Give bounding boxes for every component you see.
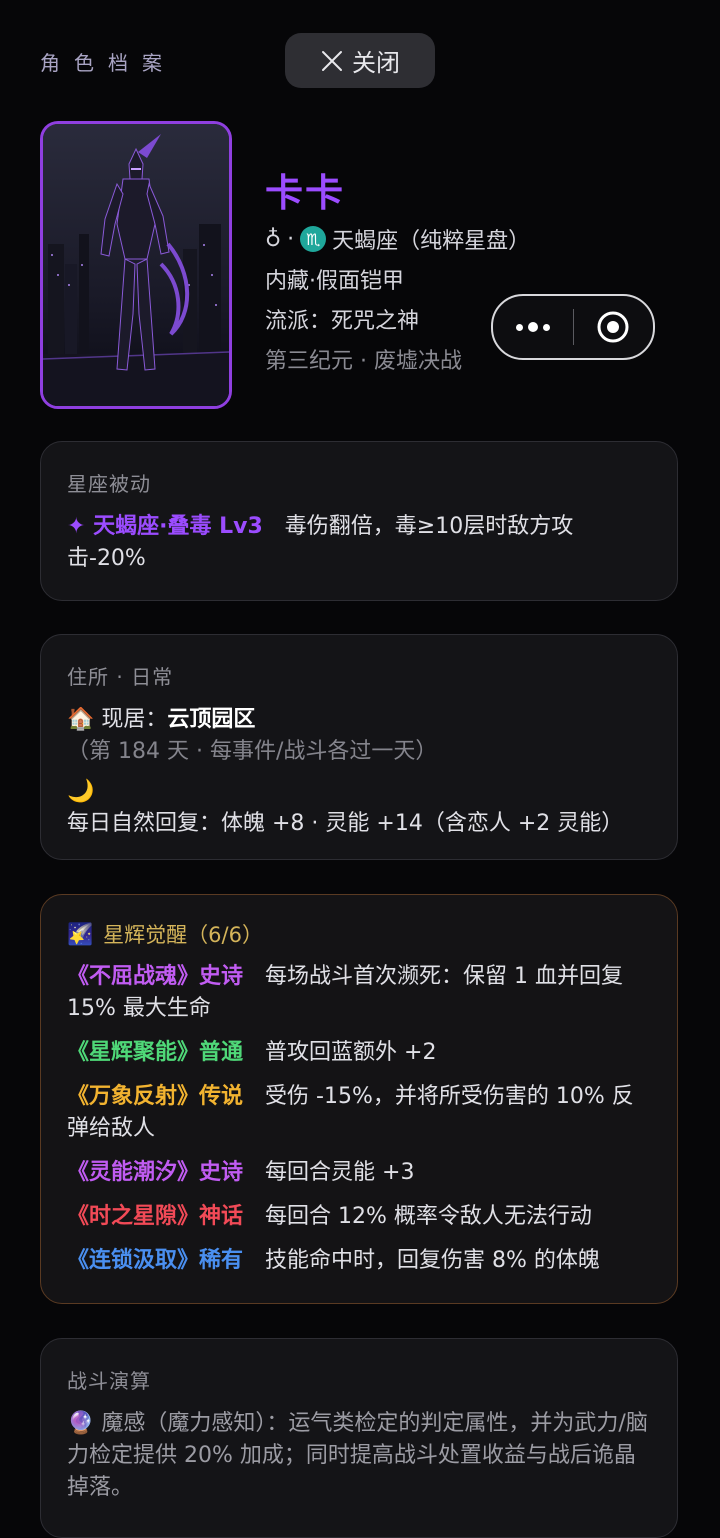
character-name: 卡卡 <box>265 171 346 215</box>
awakening-item-desc: 技能命中时，回复伤害 8% 的体魄 <box>265 1248 600 1273</box>
awakening-item-desc: 每回合灵能 +3 <box>265 1160 415 1185</box>
zodiac-line: ♁ · ♏ 天蝎座（纯粹星盘） <box>265 223 530 255</box>
awakening-item-desc: 普攻回蓝额外 +2 <box>265 1040 437 1065</box>
home-line: 🏠 现居：云顶园区 （第 184 天 · 每事件/战斗各过一天） <box>67 704 651 768</box>
residence-title: 住所 · 日常 <box>67 665 174 689</box>
gender-icon: ♁ <box>265 226 282 252</box>
recovery-line: 🌙 每日自然回复：体魄 +8 · 灵能 +14（含恋人 +2 灵能） <box>67 776 651 840</box>
armored-hero-image <box>43 124 229 406</box>
recovery-text: 每日自然回复：体魄 +8 · 灵能 +14（含恋人 +2 灵能） <box>67 811 624 836</box>
zodiac-text: 天蝎座（纯粹星盘） <box>332 229 531 254</box>
close-icon <box>322 50 342 71</box>
passive-card: 星座被动 ✦ 天蝎座·叠毒 Lv3 毒伤翻倍，毒≥10层时敌方攻击-20% <box>40 441 678 601</box>
awakening-title: 星辉觉醒（6/6） <box>103 923 263 947</box>
awakening-item-name: 《不屈战魂》史诗 <box>67 964 244 989</box>
battle-text: 魔感（魔力感知）：运气类检定的判定属性，并为武力/脑力检定提供 20% 加成；同… <box>67 1411 648 1500</box>
more-dot-icon <box>515 323 523 331</box>
awakening-item-name: 《连锁汲取》稀有 <box>67 1248 244 1273</box>
awakening-item: 《星辉聚能》普通 普攻回蓝额外 +2 <box>67 1037 651 1069</box>
awakening-item: 《灵能潮汐》史诗 每回合灵能 +3 <box>67 1157 651 1189</box>
house-icon: 🏠 <box>67 707 95 732</box>
scorpio-icon: ♏ <box>300 226 327 252</box>
close-button[interactable]: 关闭 <box>285 33 435 88</box>
awakening-item: 《连锁汲取》稀有 技能命中时，回复伤害 8% 的体魄 <box>67 1245 651 1277</box>
passive-name: ✦ 天蝎座·叠毒 Lv3 <box>67 514 263 539</box>
hidden-trait: 内藏·假面铠甲 <box>265 269 404 294</box>
passive-content: ✦ 天蝎座·叠毒 Lv3 毒伤翻倍，毒≥10层时敌方攻击-20% <box>67 511 651 575</box>
battle-title: 战斗演算 <box>67 1369 151 1393</box>
awakening-item-desc: 每回合 12% 概率令敌人无法行动 <box>265 1204 592 1229</box>
shooting-star-icon: 🌠 <box>67 921 94 946</box>
awakening-card: 🌠 星辉觉醒（6/6） 《不屈战魂》史诗 每场战斗首次濒死：保留 1 血并回复 1… <box>40 894 678 1304</box>
more-dot-icon <box>527 322 538 332</box>
awakening-title-row: 🌠 星辉觉醒（6/6） <box>67 919 651 949</box>
crystal-ball-icon: 🔮 <box>67 1411 95 1436</box>
page-title: 角色档案 <box>40 51 176 75</box>
mini-program-capsule <box>491 294 655 360</box>
battle-card: 战斗演算 🔮 魔感（魔力感知）：运气类检定的判定属性，并为武力/脑力检定提供 2… <box>40 1338 678 1538</box>
home-note: （第 184 天 · 每事件/战斗各过一天） <box>67 739 438 764</box>
awakening-item: 《时之星隙》神话 每回合 12% 概率令敌人无法行动 <box>67 1201 651 1233</box>
passive-title: 星座被动 <box>67 472 151 496</box>
target-icon <box>597 311 629 343</box>
awakening-item-name: 《万象反射》传说 <box>67 1084 244 1109</box>
home-label: 现居： <box>101 707 168 732</box>
awakening-item-name: 《灵能潮汐》史诗 <box>67 1160 244 1185</box>
moon-icon: 🌙 <box>67 779 95 804</box>
school-line: 流派：死咒之神 <box>265 309 420 334</box>
era-line: 第三纪元 · 废墟决战 <box>265 349 462 374</box>
separator: · <box>287 226 295 252</box>
more-dot-icon <box>542 323 550 331</box>
character-portrait <box>40 121 232 409</box>
residence-card: 住所 · 日常 🏠 现居：云顶园区（第 184 天 · 每事件/战斗各过一天） … <box>40 634 678 860</box>
awakening-item-name: 《星辉聚能》普通 <box>67 1040 244 1065</box>
more-button[interactable] <box>493 322 573 332</box>
awakening-item: 《不屈战魂》史诗 每场战斗首次濒死：保留 1 血并回复 15% 最大生命 <box>67 961 651 1025</box>
awakening-item: 《万象反射》传说 受伤 -15%，并将所受伤害的 10% 反弹给敌人 <box>67 1081 651 1145</box>
battle-text-line: 🔮 魔感（魔力感知）：运气类检定的判定属性，并为武力/脑力检定提供 20% 加成… <box>67 1408 651 1504</box>
close-button-label: 关闭 <box>352 49 400 77</box>
exit-button[interactable] <box>574 309 654 345</box>
home-value: 云顶园区 <box>167 707 256 732</box>
awakening-item-name: 《时之星隙》神话 <box>67 1204 244 1229</box>
